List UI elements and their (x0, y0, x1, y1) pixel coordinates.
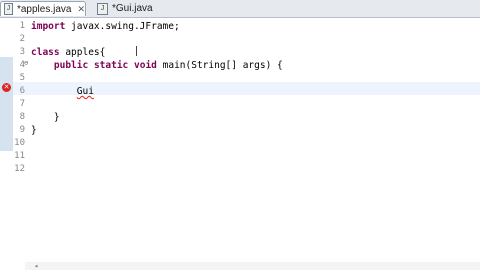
keyword: import (31, 21, 66, 32)
fold-icon[interactable]: ⊖ (24, 59, 28, 67)
code-line-3[interactable]: class apples{ (31, 47, 105, 58)
error-token[interactable]: Gui (77, 86, 94, 97)
scroll-left-icon[interactable]: ◂ (34, 262, 38, 270)
code-text: javax.swing.JFrame; (65, 21, 180, 32)
code-text: } (31, 125, 37, 136)
code-text: apples{ (59, 47, 106, 58)
line-number: 11 (14, 151, 25, 161)
editor-tab-bar: J *apples.java ✕ J *Gui.java (0, 0, 480, 18)
line-number: 9 (19, 125, 25, 135)
line-number: 6 (19, 86, 25, 96)
line-number: 5 (19, 73, 25, 83)
code-text: } (53, 112, 60, 123)
tab-apples-java[interactable]: J *apples.java ✕ (0, 1, 86, 16)
code-line-1[interactable]: import javax.swing.JFrame; (31, 21, 180, 32)
line-number: 2 (19, 34, 25, 44)
line-number: 7 (19, 99, 25, 109)
keyword: static (93, 60, 129, 71)
tab-label: *Gui.java (112, 3, 153, 14)
keyword: class (31, 47, 60, 58)
code-line-6[interactable]: Gui (31, 86, 94, 97)
line-number: 8 (19, 112, 25, 122)
code-line-8[interactable]: } (31, 112, 60, 123)
code-line-4[interactable]: public static void main(String[] args) { (31, 60, 283, 71)
close-icon[interactable]: ✕ (77, 4, 85, 15)
line-number: 3 (19, 47, 25, 57)
line-number: 12 (14, 164, 25, 174)
mouse-cursor (136, 46, 137, 56)
code-line-9[interactable]: } (31, 125, 37, 136)
java-file-icon: J (4, 3, 13, 15)
change-ruler (0, 57, 13, 151)
line-number: 10 (14, 138, 25, 148)
horizontal-scrollbar[interactable] (25, 262, 480, 270)
keyword: void (134, 60, 157, 71)
code-text: main(String[] args) { (156, 60, 283, 71)
tab-label: *apples.java (16, 3, 72, 15)
keyword: public (53, 60, 89, 71)
line-number: 1 (19, 21, 25, 31)
java-file-icon: J (97, 2, 108, 15)
tab-gui-java[interactable]: J *Gui.java (94, 1, 166, 16)
error-icon[interactable]: ✕ (2, 83, 11, 92)
